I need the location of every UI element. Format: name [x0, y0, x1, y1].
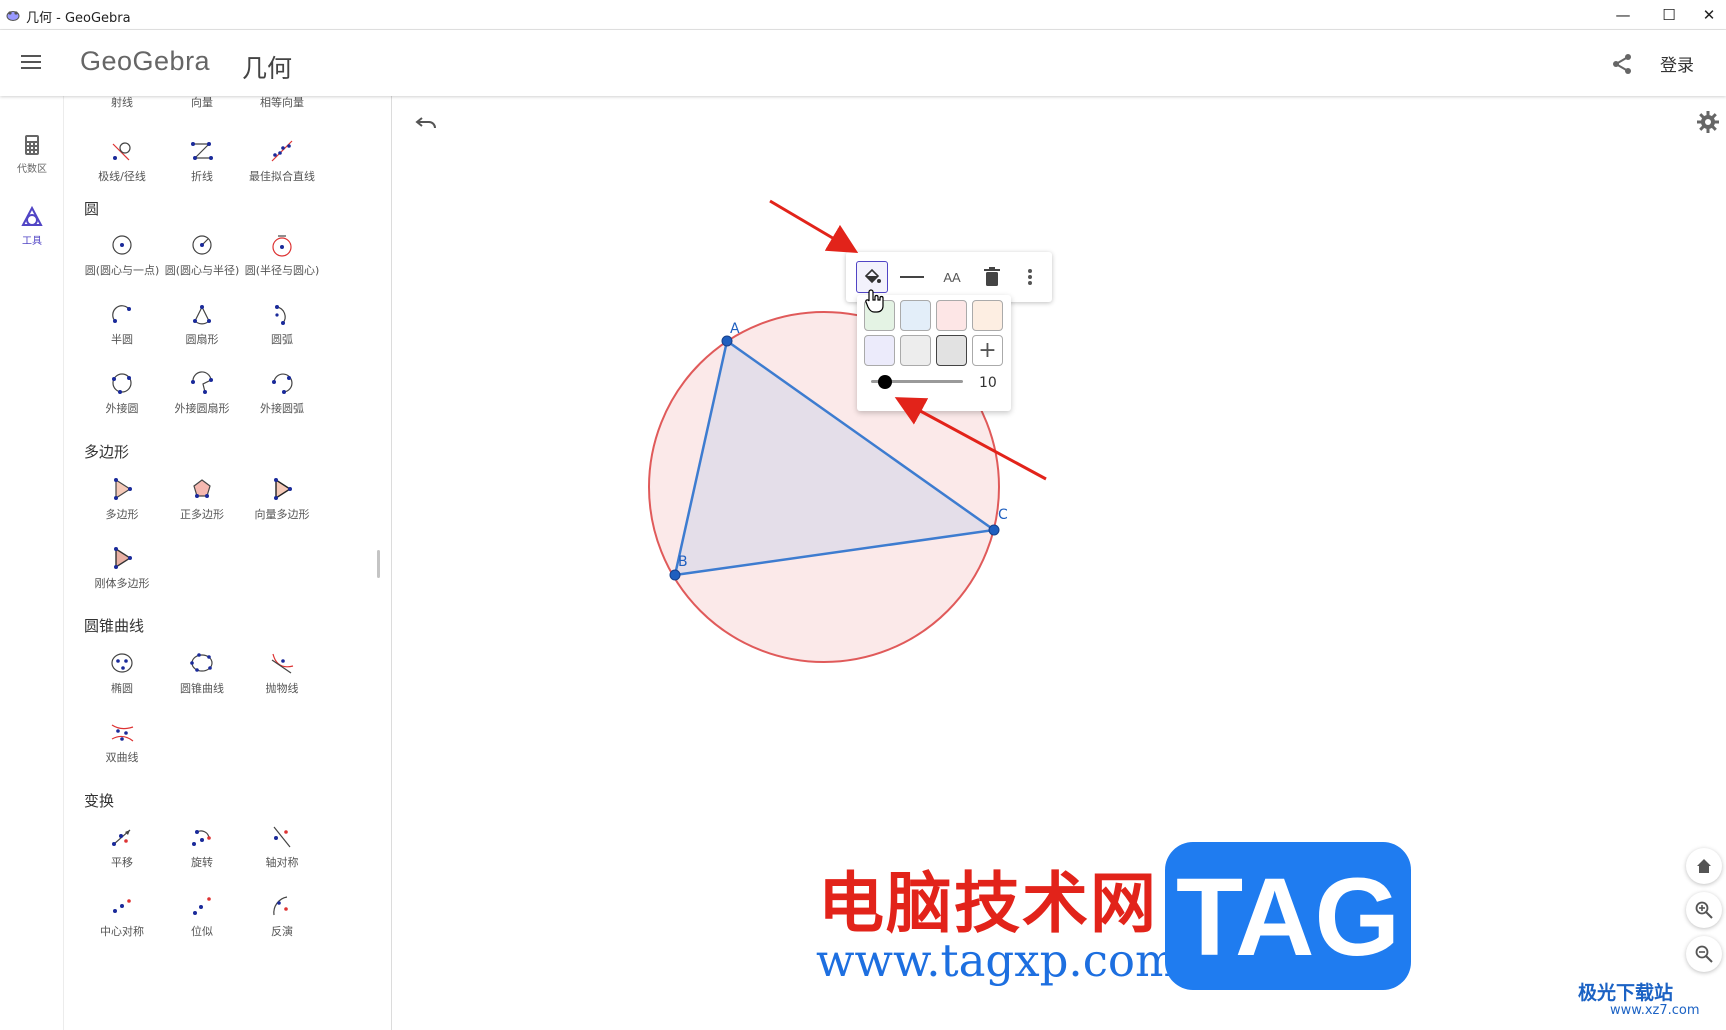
color-swatch[interactable]: [972, 300, 1003, 331]
point-a-label: A: [730, 321, 740, 337]
add-color-button[interactable]: +: [972, 335, 1003, 366]
point-c[interactable]: [988, 524, 1000, 536]
watermark-url: www.tagxp.com: [816, 934, 1178, 987]
color-swatch[interactable]: [936, 335, 967, 366]
opacity-value: 10: [979, 375, 997, 391]
app-header: GeoGebra 几何 登录: [0, 30, 1726, 96]
geogebra-logo: GeoGebra: [80, 46, 211, 76]
delete-icon: [984, 267, 1000, 286]
watermark-corner-url: www.xz7.com: [1610, 1003, 1700, 1018]
watermark-tag-logo: TAG: [1165, 842, 1411, 990]
text-size-button[interactable]: AA: [936, 261, 968, 293]
zoom-out-icon: [1695, 945, 1713, 963]
point-c-label: C: [998, 507, 1008, 523]
line-style-button[interactable]: [896, 261, 928, 293]
watermark-corner-name: 极光下载站: [1578, 982, 1674, 1004]
opacity-slider-thumb[interactable]: [878, 375, 892, 389]
app-name: 几何: [242, 54, 293, 83]
home-icon: [1697, 859, 1711, 873]
color-swatch[interactable]: [936, 300, 967, 331]
color-swatch[interactable]: [900, 300, 931, 331]
point-b[interactable]: [669, 569, 681, 581]
watermark-site-name: 电脑技术网: [818, 865, 1158, 942]
share-icon[interactable]: [1608, 50, 1636, 78]
home-button[interactable]: [1686, 848, 1722, 884]
zoom-in-button[interactable]: [1686, 892, 1722, 928]
hamburger-menu-icon[interactable]: [18, 49, 44, 75]
more-options-button[interactable]: [1014, 261, 1046, 293]
more-vertical-icon: [1028, 269, 1032, 285]
login-button[interactable]: 登录: [1660, 51, 1694, 76]
color-popup: + 10: [857, 295, 1011, 411]
line-style-icon: [900, 276, 924, 278]
point-b-label: B: [678, 554, 688, 570]
color-swatch[interactable]: [864, 300, 895, 331]
fill-color-button[interactable]: [856, 261, 888, 293]
opacity-slider[interactable]: [869, 375, 965, 389]
color-swatch[interactable]: [864, 335, 895, 366]
fill-color-icon: [864, 268, 881, 284]
zoom-out-button[interactable]: [1686, 936, 1722, 972]
watermark-tag-text: TAG: [1175, 856, 1401, 979]
point-a[interactable]: [721, 335, 733, 347]
zoom-in-icon: [1695, 901, 1713, 919]
color-swatch[interactable]: [900, 335, 931, 366]
delete-button[interactable]: [976, 261, 1008, 293]
